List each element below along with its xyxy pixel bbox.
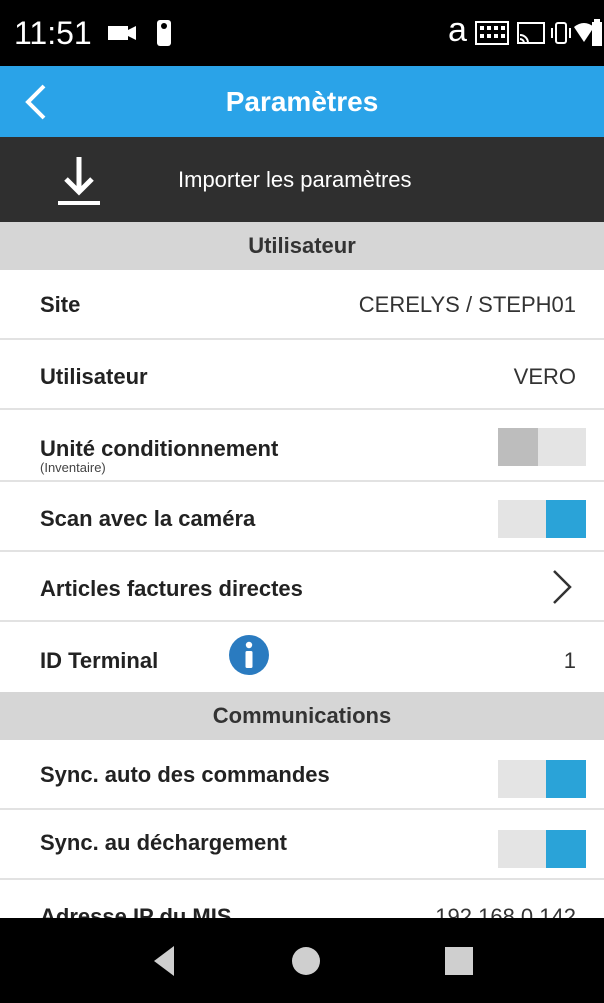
info-icon[interactable] — [228, 634, 270, 676]
status-indicator-a: a — [448, 11, 467, 49]
video-camera-icon — [108, 26, 136, 40]
row-unit-packaging-label: Unité conditionnement — [40, 436, 279, 461]
back-triangle-icon[interactable] — [142, 938, 188, 984]
unit-packaging-toggle[interactable] — [498, 428, 586, 466]
row-sync-orders-label: Sync. auto des commandes — [40, 762, 330, 787]
row-user-value: VERO — [513, 364, 576, 389]
status-time: 11:51 — [14, 15, 92, 51]
row-camera-scan-label: Scan avec la caméra — [40, 506, 256, 531]
row-sync-unload-label: Sync. au déchargement — [40, 830, 287, 855]
page-title: Paramètres — [225, 86, 379, 117]
row-terminal-id-label: ID Terminal — [40, 648, 159, 673]
navigation-bar — [0, 918, 604, 1003]
download-icon — [58, 157, 100, 205]
row-terminal-id: ID Terminal 1 — [0, 622, 604, 692]
row-sync-orders: Sync. auto des commandes — [0, 740, 604, 810]
row-direct-invoice-items[interactable]: Articles factures directes — [0, 552, 604, 622]
recents-square-icon[interactable] — [436, 938, 482, 984]
section-header-user: Utilisateur — [0, 222, 604, 270]
toggle-knob — [546, 760, 586, 798]
row-terminal-id-value: 1 — [563, 648, 576, 673]
row-camera-scan: Scan avec la caméra — [0, 482, 604, 552]
row-site-label: Site — [40, 292, 81, 317]
status-bar: 11:51 a — [0, 0, 604, 66]
cast-icon — [517, 22, 545, 44]
row-unit-packaging-sublabel: (Inventaire) — [40, 460, 106, 475]
chevron-right-icon — [553, 570, 572, 604]
row-user[interactable]: Utilisateur VERO — [0, 340, 604, 410]
row-direct-invoice-items-label: Articles factures directes — [40, 576, 303, 601]
row-site-value: CERELYS / STEPH01 — [358, 292, 576, 317]
sync-orders-toggle[interactable] — [498, 760, 586, 798]
camera-scan-toggle[interactable] — [498, 500, 586, 538]
app-bar: Paramètres — [0, 66, 604, 137]
home-circle-icon[interactable] — [283, 938, 329, 984]
import-settings-label: Importer les paramètres — [178, 167, 412, 192]
row-unit-packaging: Unité conditionnement (Inventaire) — [0, 410, 604, 482]
toggle-knob — [546, 500, 586, 538]
row-user-label: Utilisateur — [40, 364, 148, 389]
row-sync-unload: Sync. au déchargement — [0, 810, 604, 880]
import-settings-button[interactable]: Importer les paramètres — [0, 137, 604, 222]
numeric-keypad-icon — [475, 21, 509, 45]
battery-icon — [592, 19, 602, 46]
person-icon — [157, 20, 171, 46]
row-site[interactable]: Site CERELYS / STEPH01 — [0, 270, 604, 340]
toggle-knob — [546, 830, 586, 868]
section-header-communications: Communications — [0, 692, 604, 740]
vibrate-icon — [551, 22, 571, 44]
sync-unload-toggle[interactable] — [498, 830, 586, 868]
toggle-knob — [498, 428, 538, 466]
